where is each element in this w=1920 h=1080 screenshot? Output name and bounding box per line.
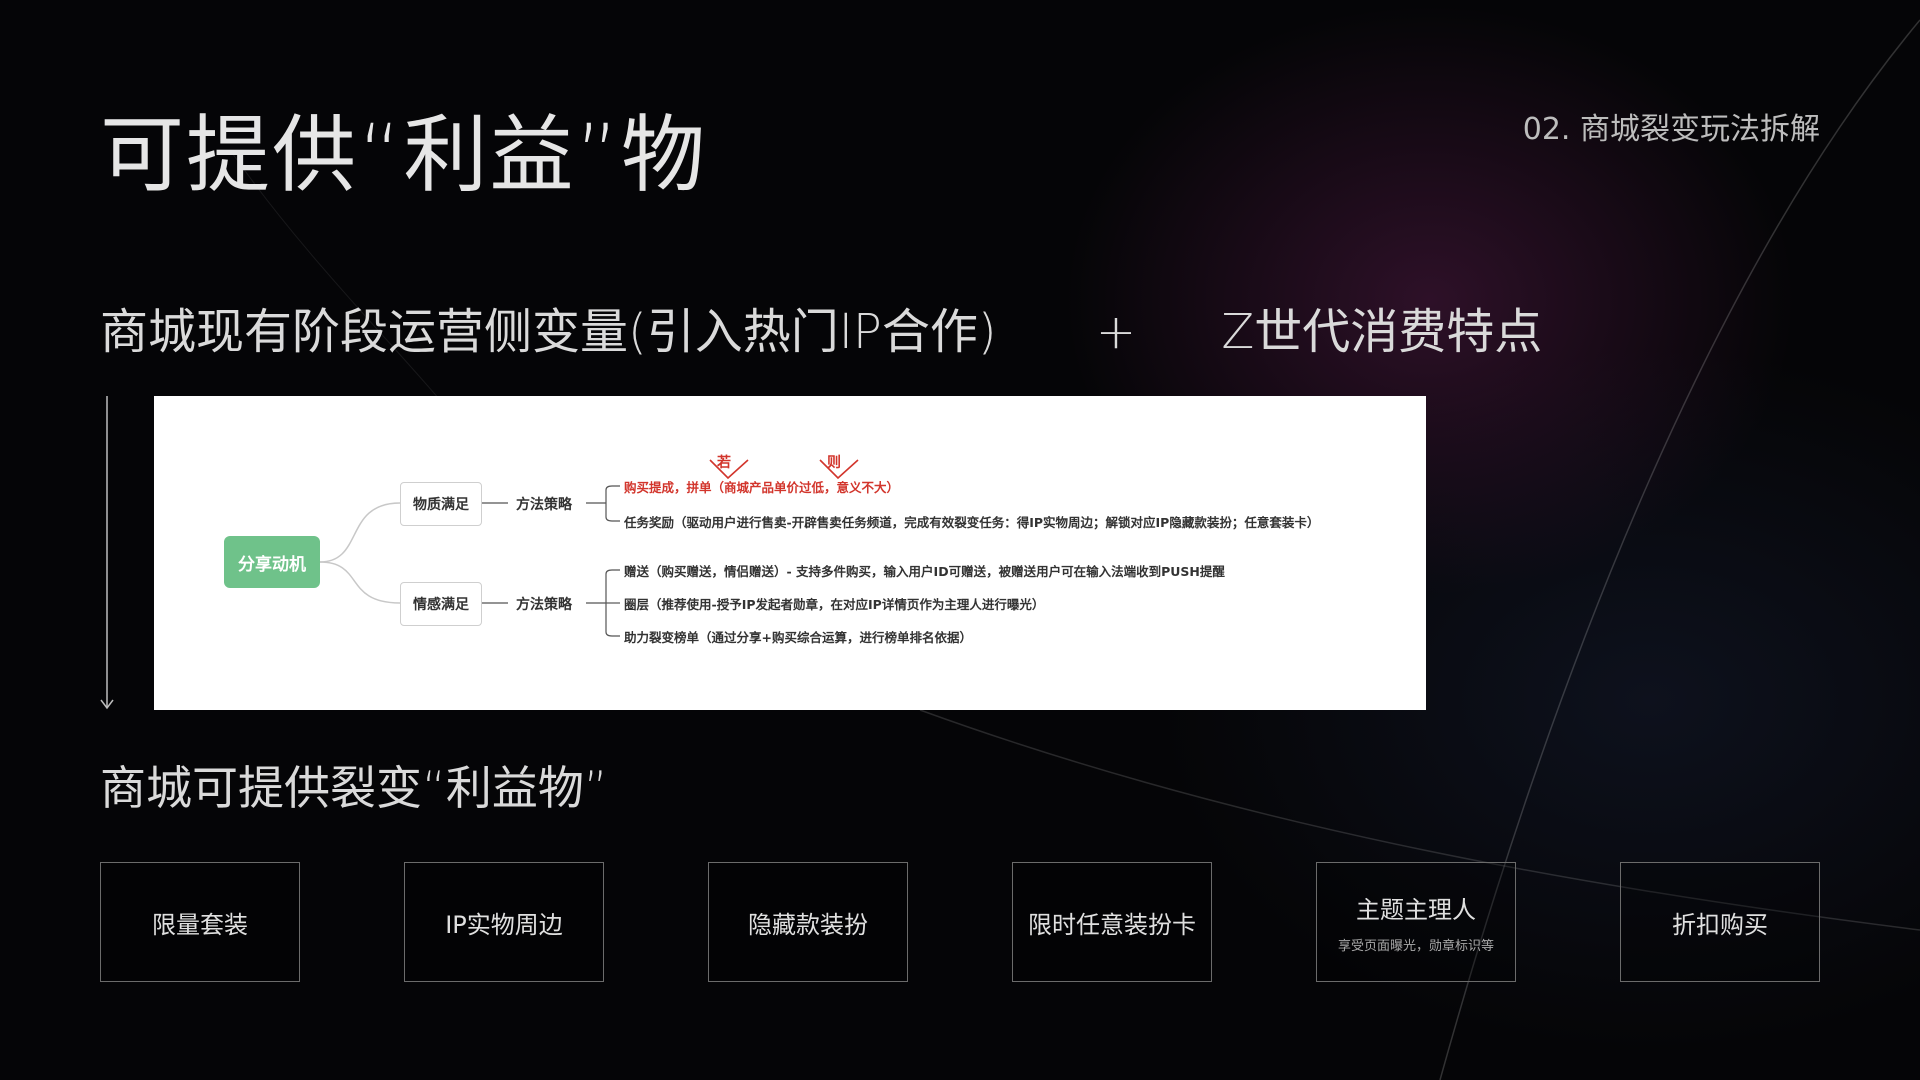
card-title: 主题主理人 xyxy=(1356,896,1476,924)
benefit-card-ip-merch: IP实物周边 xyxy=(404,862,604,982)
card-title: 隐藏款装扮 xyxy=(748,910,868,939)
slide-title: 可提供“利益”物 xyxy=(100,106,708,204)
card-subtitle: 享受页面曝光，勋章标识等 xyxy=(1337,939,1494,954)
benefit-card-limited-set: 限量套装 xyxy=(100,862,300,982)
formula-left-term: 商城现有阶段运营侧变量(引入热门IP合作) xyxy=(100,304,997,360)
mindmap-leaf: 赠送（购买赠送，情侣赠送）- 支持多件购买，输入用户ID可赠送，被赠送用户可在输… xyxy=(624,564,1225,579)
mindmap-leaf: 助力裂变榜单（通过分享+购买综合运算，进行榜单排名依据） xyxy=(624,630,972,645)
card-title: 折扣购买 xyxy=(1672,910,1768,939)
formula-heading: 商城现有阶段运营侧变量(引入热门IP合作) + Z世代消费特点 xyxy=(100,292,1542,362)
mindmap-annotation-then: 则 xyxy=(827,455,841,471)
benefits-subtitle: 商城可提供裂变“利益物” xyxy=(100,761,608,815)
benefit-card-theme-host: 主题主理人 享受页面曝光，勋章标识等 xyxy=(1316,862,1516,982)
mindmap-root-node: 分享动机 xyxy=(224,536,320,588)
mindmap-annotation-if: 若 xyxy=(717,455,731,471)
mindmap-strategy-emotional: 方法策略 xyxy=(516,597,572,613)
formula-right-term: Z世代消费特点 xyxy=(1221,304,1543,360)
benefit-card-hidden-outfit: 隐藏款装扮 xyxy=(708,862,908,982)
mindmap-strategy-material: 方法策略 xyxy=(516,497,572,513)
benefit-cards: 限量套装 IP实物周边 隐藏款装扮 限时任意装扮卡 主题主理人 享受页面曝光，勋… xyxy=(100,862,1820,982)
mindmap-branch-emotional: 情感满足 xyxy=(400,582,482,626)
card-title: IP实物周边 xyxy=(445,910,563,939)
formula-plus-operator: + xyxy=(1095,304,1137,360)
mindmap-leaf: 圈层（推荐使用-授予IP发起者勋章，在对应IP详情页作为主理人进行曝光） xyxy=(624,597,1045,612)
benefit-card-outfit-pass: 限时任意装扮卡 xyxy=(1012,862,1212,982)
card-title: 限量套装 xyxy=(152,910,248,939)
mindmap-connectors xyxy=(319,459,859,637)
mindmap-branch-material: 物质满足 xyxy=(400,482,482,526)
card-title: 限时任意装扮卡 xyxy=(1028,910,1196,939)
mindmap-leaf: 任务奖励（驱动用户进行售卖-开辟售卖任务频道，完成有效裂变任务：得IP实物周边；… xyxy=(624,515,1320,530)
benefit-card-discount: 折扣购买 xyxy=(1620,862,1820,982)
down-arrow-icon xyxy=(100,396,114,710)
mindmap-image: 分享动机 物质满足 情感满足 方法策略 方法策略 若 则 购买提成，拼单（商城产… xyxy=(154,396,1426,710)
mindmap-leaf: 购买提成，拼单（商城产品单价过低，意义不大） xyxy=(624,480,900,495)
section-tag: 02. 商城裂变玩法拆解 xyxy=(1522,112,1820,147)
